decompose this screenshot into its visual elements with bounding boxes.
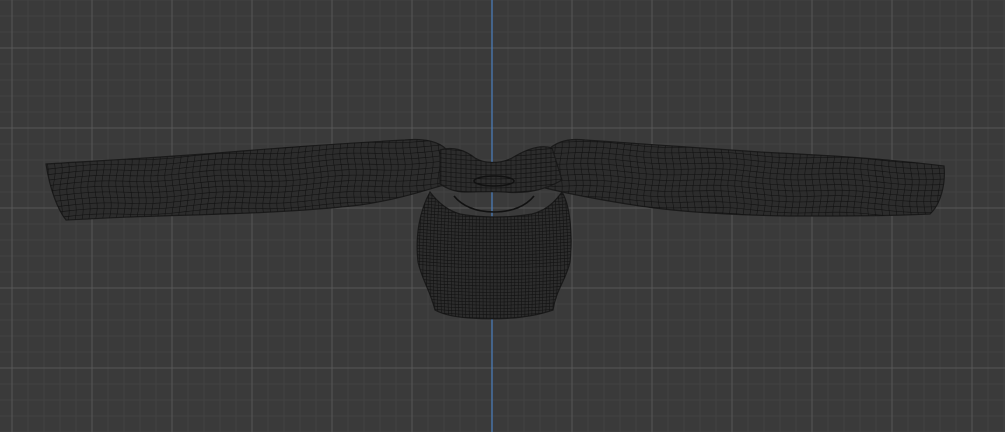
mesh-edge	[540, 224, 948, 240]
torso-top[interactable]	[409, 184, 579, 321]
neckline-edge	[453, 195, 535, 213]
left-sleeve-surface	[45, 138, 463, 221]
mesh-edge	[417, 193, 572, 198]
mesh-edge	[540, 230, 948, 246]
mesh-edge	[945, 130, 947, 230]
mesh-edge	[412, 188, 415, 320]
right-sleeve[interactable]	[539, 130, 948, 246]
mesh-edge	[40, 110, 466, 132]
mesh-edge	[436, 139, 562, 143]
3d-viewport[interactable]	[0, 0, 1005, 432]
garment-mesh[interactable]	[0, 0, 1005, 432]
mesh-edge	[39, 130, 41, 230]
mesh-edge	[409, 188, 412, 320]
mesh-edge	[46, 139, 49, 220]
mesh-edge	[540, 219, 948, 235]
mesh-edge	[575, 188, 578, 320]
left-sleeve[interactable]	[39, 110, 468, 231]
mesh-edge	[40, 115, 466, 137]
mesh-edge	[46, 139, 462, 143]
mesh-edge	[572, 188, 575, 320]
